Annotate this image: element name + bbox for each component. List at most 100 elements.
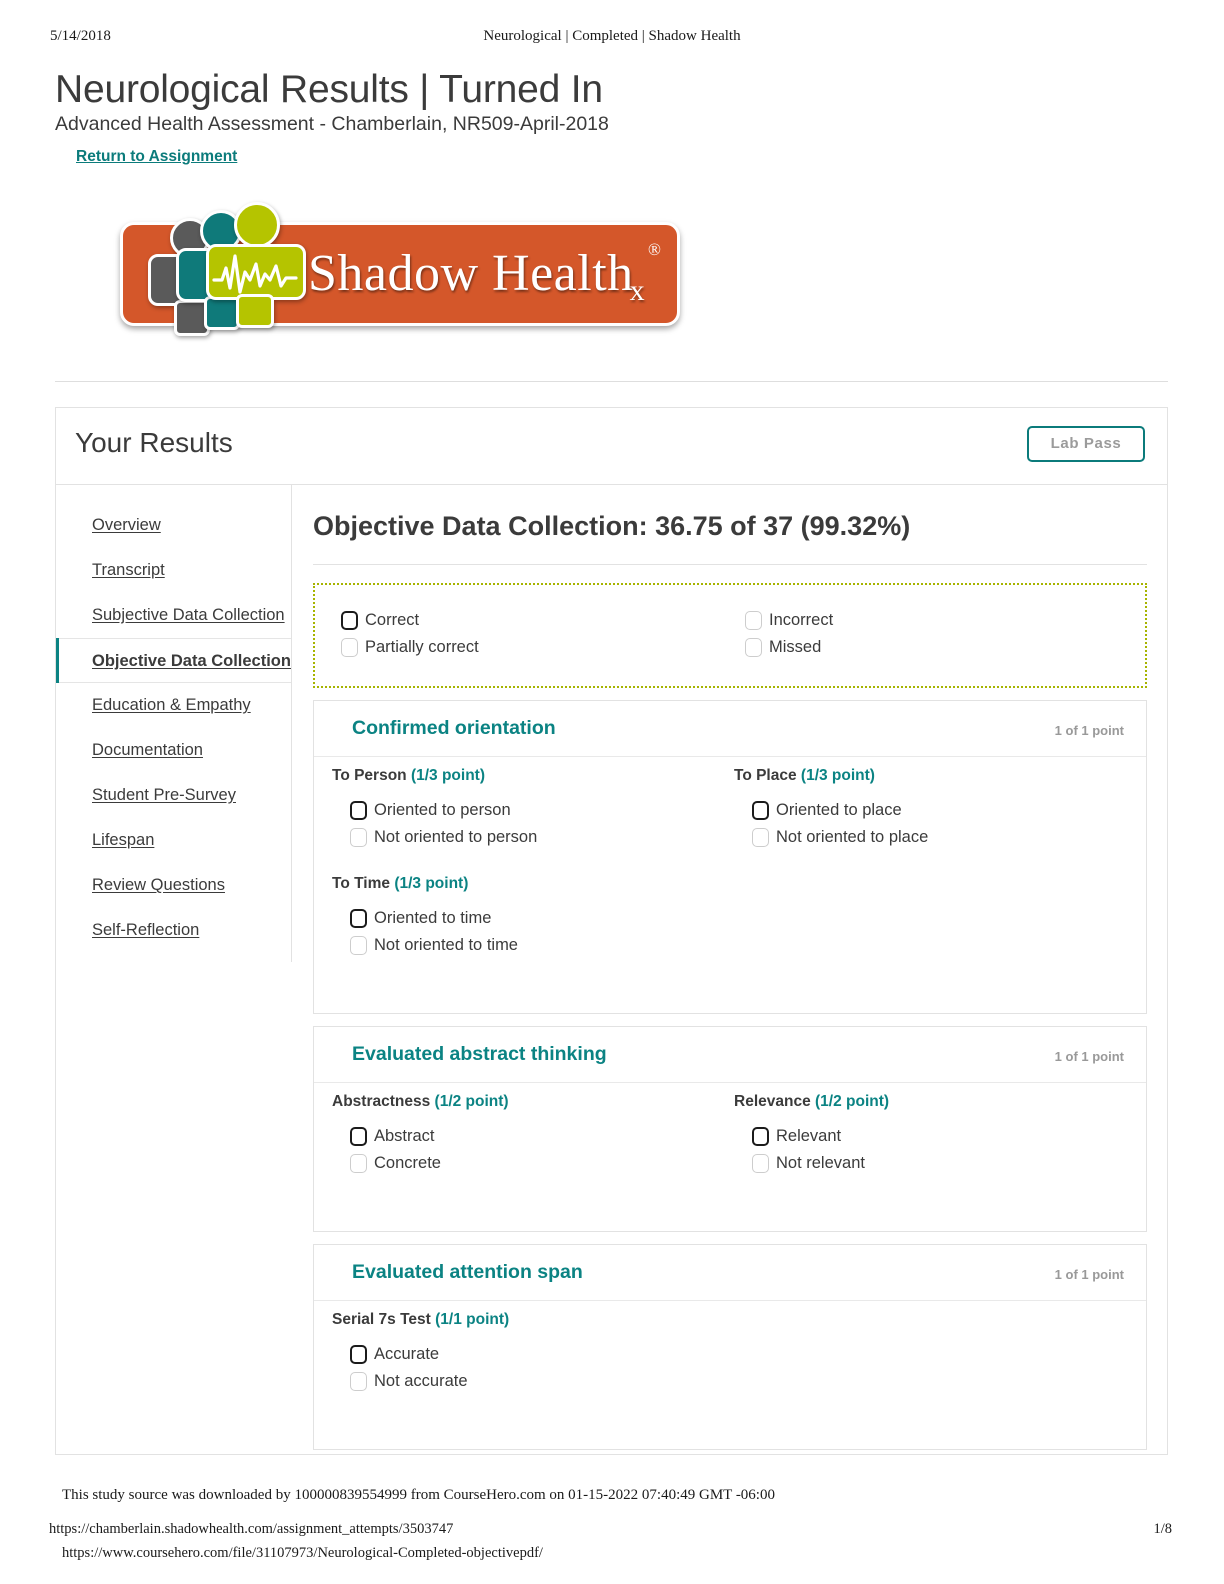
- section-card: Confirmed orientation 1 of 1 point To Pers…: [313, 700, 1147, 1014]
- sidebar-item-label: Transcript: [92, 561, 165, 579]
- checkbox-selected-icon[interactable]: [752, 801, 769, 820]
- section-body: To Person (1/3 point) Oriented to person N…: [314, 757, 1146, 1013]
- option-row[interactable]: Incorrect: [745, 607, 833, 634]
- results-card-header: Your Results Lab Pass: [56, 408, 1167, 485]
- option-row[interactable]: Oriented to time: [350, 905, 518, 932]
- sub-group-label: Serial 7s Test (1/1 point): [332, 1311, 509, 1329]
- objective-data-collection-title: Objective Data Collection: 36.75 of 37 (…: [313, 511, 911, 541]
- sidebar-item-documentation[interactable]: Documentation: [56, 728, 291, 773]
- option-row[interactable]: Partially correct: [341, 634, 479, 661]
- logo-wordmark-text: Shadow Health: [308, 245, 634, 302]
- section-points: 1 of 1 point: [1054, 1267, 1124, 1282]
- sub-group-label: Relevance (1/2 point): [734, 1093, 889, 1111]
- sub-group-name: Relevance: [734, 1093, 811, 1110]
- option-row[interactable]: Abstract: [350, 1123, 509, 1150]
- section-title: Evaluated attention span: [352, 1261, 583, 1283]
- checkbox-selected-icon[interactable]: [350, 1127, 367, 1146]
- checkbox-selected-icon[interactable]: [350, 909, 367, 928]
- checkbox-selected-icon[interactable]: [341, 611, 358, 630]
- checkbox-selected-icon[interactable]: [350, 801, 367, 820]
- option-label: Not relevant: [776, 1154, 865, 1172]
- sidebar-item-education-empathy[interactable]: Education & Empathy: [56, 683, 291, 728]
- option-list: Oriented to place Not oriented to place: [752, 797, 928, 851]
- shadow-health-logo: Shadow Healthx ®: [112, 200, 687, 345]
- checkbox-icon[interactable]: [341, 638, 358, 657]
- lab-pass-button[interactable]: Lab Pass: [1027, 426, 1145, 462]
- sub-group-label: To Person (1/3 point): [332, 767, 537, 785]
- sidebar-item-review-questions[interactable]: Review Questions: [56, 863, 291, 908]
- sub-group-points: (1/3 point): [800, 767, 875, 784]
- page-number: 1/8: [1153, 1521, 1172, 1537]
- option-label: Not accurate: [374, 1372, 468, 1390]
- option-label: Concrete: [374, 1154, 441, 1172]
- page-title: Neurological Results | Turned In: [55, 68, 603, 111]
- sidebar-item-self-reflection[interactable]: Self-Reflection: [56, 908, 291, 953]
- legend-column-right: Incorrect Missed: [745, 607, 833, 661]
- option-row[interactable]: Oriented to place: [752, 797, 928, 824]
- option-row[interactable]: Concrete: [350, 1150, 509, 1177]
- option-row[interactable]: Not relevant: [752, 1150, 889, 1177]
- checkbox-icon[interactable]: [752, 1154, 769, 1173]
- coursehero-url: https://www.coursehero.com/file/31107973…: [62, 1545, 543, 1561]
- logo-wordmark: Shadow Healthx: [308, 244, 649, 307]
- scoring-legend: Correct Partially correct Incorrect Missed: [313, 583, 1147, 688]
- option-label: Relevant: [776, 1127, 842, 1145]
- section-header: Confirmed orientation 1 of 1 point: [314, 701, 1146, 757]
- section-header: Evaluated attention span 1 of 1 point: [314, 1245, 1146, 1301]
- checkbox-icon[interactable]: [745, 638, 762, 657]
- sidebar-item-transcript[interactable]: Transcript: [56, 548, 291, 593]
- option-list: Relevant Not relevant: [752, 1123, 889, 1177]
- ekg-line-icon: [212, 254, 298, 294]
- option-row[interactable]: Not oriented to place: [752, 824, 928, 851]
- option-row[interactable]: Not accurate: [350, 1368, 509, 1395]
- sidebar-item-label: Review Questions: [92, 876, 225, 894]
- option-row[interactable]: Correct: [341, 607, 479, 634]
- sidebar-item-lifespan[interactable]: Lifespan: [56, 818, 291, 863]
- section-header: Evaluated abstract thinking 1 of 1 point: [314, 1027, 1146, 1083]
- sub-group-points: (1/3 point): [410, 767, 486, 784]
- sub-group-name: Serial 7s Test: [332, 1311, 431, 1328]
- option-label: Not oriented to place: [776, 828, 929, 846]
- option-list: Accurate Not accurate: [350, 1341, 509, 1395]
- option-row[interactable]: Not oriented to person: [350, 824, 537, 851]
- option-row[interactable]: Oriented to person: [350, 797, 537, 824]
- sidebar-item-label: Student Pre-Survey: [92, 786, 236, 804]
- checkbox-icon[interactable]: [350, 1154, 367, 1173]
- checkbox-selected-icon[interactable]: [350, 1345, 367, 1364]
- sidebar-item-subjective-data-collection[interactable]: Subjective Data Collection: [56, 593, 291, 638]
- option-row[interactable]: Relevant: [752, 1123, 889, 1150]
- download-note: This study source was downloaded by 1000…: [62, 1487, 775, 1503]
- sidebar-item-label: Subjective Data Collection: [92, 606, 285, 624]
- section-points: 1 of 1 point: [1054, 723, 1124, 738]
- checkbox-icon[interactable]: [752, 828, 769, 847]
- option-row[interactable]: Not oriented to time: [350, 932, 518, 959]
- option-label: Oriented to person: [374, 801, 511, 819]
- section-title: Evaluated abstract thinking: [352, 1043, 607, 1065]
- checkbox-icon[interactable]: [745, 611, 762, 630]
- sidebar-item-objective-data-collection[interactable]: Objective Data Collection: [56, 638, 291, 683]
- results-header-title: Your Results: [75, 427, 233, 458]
- title-divider: [313, 564, 1147, 565]
- results-card: Your Results Lab Pass Overview Transcript…: [55, 407, 1168, 1455]
- section-points: 1 of 1 point: [1054, 1049, 1124, 1064]
- checkbox-icon[interactable]: [350, 936, 367, 955]
- return-to-assignment-link[interactable]: Return to Assignment: [76, 148, 237, 166]
- checkbox-icon[interactable]: [350, 828, 367, 847]
- sub-group: Relevance (1/2 point) Relevant Not relevan…: [734, 1093, 889, 1177]
- option-row[interactable]: Missed: [745, 634, 833, 661]
- sidebar-item-label: Self-Reflection: [92, 921, 200, 939]
- checkbox-icon[interactable]: [350, 1372, 367, 1391]
- sub-group-label: To Place (1/3 point): [734, 767, 928, 785]
- option-label: Incorrect: [769, 611, 834, 629]
- source-url: https://chamberlain.shadowhealth.com/ass…: [49, 1521, 454, 1537]
- option-row[interactable]: Accurate: [350, 1341, 509, 1368]
- section-card: Evaluated abstract thinking 1 of 1 point A…: [313, 1026, 1147, 1232]
- results-main-panel: Objective Data Collection: 36.75 of 37 (…: [293, 485, 1167, 1454]
- print-header: 5/14/2018 Neurological | Completed | Sha…: [50, 28, 1174, 48]
- sidebar-item-student-pre-survey[interactable]: Student Pre-Survey: [56, 773, 291, 818]
- sidebar-item-overview[interactable]: Overview: [56, 503, 291, 548]
- option-label: Oriented to time: [374, 909, 492, 927]
- option-label: Not oriented to person: [374, 828, 538, 846]
- checkbox-selected-icon[interactable]: [752, 1127, 769, 1146]
- registered-trademark-icon: ®: [648, 240, 661, 259]
